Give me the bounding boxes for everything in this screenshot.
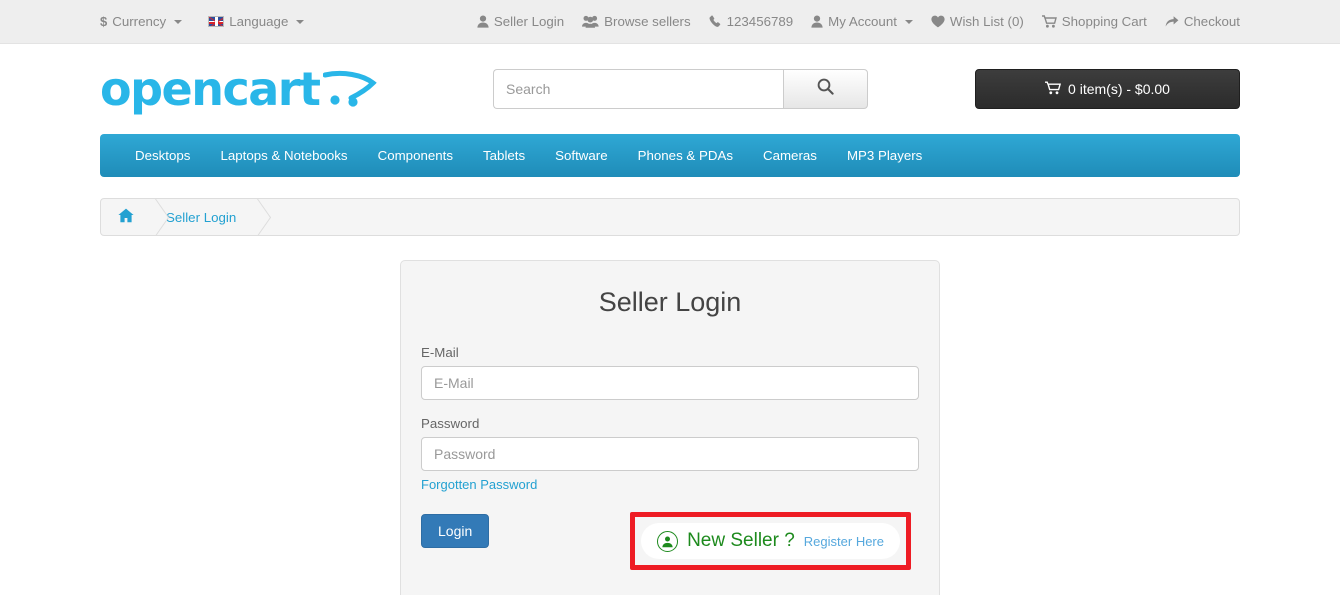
shopping-cart-swoosh-icon [322, 67, 378, 111]
uk-flag-icon [208, 16, 225, 28]
top-bar-left-group: $ Currency Language [100, 14, 305, 30]
forgotten-password-link[interactable]: Forgotten Password [421, 477, 537, 492]
breadcrumb-home[interactable] [118, 208, 142, 226]
breadcrumb-separator [244, 199, 258, 235]
wish-list-link[interactable]: Wish List (0) [931, 15, 1024, 30]
seller-login-link[interactable]: Seller Login [477, 15, 564, 30]
checkout-link[interactable]: Checkout [1165, 15, 1240, 30]
breadcrumb-wrap: Seller Login [100, 198, 1240, 236]
breadcrumb-item-seller-login[interactable]: Seller Login [166, 210, 244, 225]
checkout-label: Checkout [1183, 14, 1240, 30]
search-button[interactable] [783, 69, 868, 109]
search-bar [493, 69, 868, 109]
nav-item-laptops-notebooks[interactable]: Laptops & Notebooks [205, 134, 362, 177]
main-nav-wrap: Desktops Laptops & Notebooks Components … [100, 134, 1240, 177]
user-icon [477, 15, 489, 30]
email-field-group: E-Mail [421, 345, 919, 400]
seller-login-label: Seller Login [493, 14, 565, 30]
user-circle-icon [657, 530, 679, 552]
search-input[interactable] [493, 69, 783, 109]
cart-total-label: 0 item(s) - $0.00 [1068, 81, 1170, 97]
my-account-dropdown[interactable]: My Account [811, 15, 913, 30]
browse-sellers-link[interactable]: Browse sellers [582, 14, 691, 30]
chevron-down-icon [904, 20, 913, 24]
heart-icon [931, 15, 945, 30]
new-seller-highlight-box: New Seller ? Register Here [630, 512, 911, 570]
nav-item-software[interactable]: Software [540, 134, 622, 177]
new-seller-register-button[interactable]: New Seller ? Register Here [641, 523, 900, 559]
browse-sellers-label: Browse sellers [604, 14, 691, 30]
currency-label: Currency [112, 14, 167, 30]
email-label: E-Mail [421, 345, 459, 360]
cart-icon [1041, 14, 1057, 30]
currency-dropdown[interactable]: $ Currency [100, 14, 183, 30]
new-seller-text: New Seller ? [687, 530, 795, 551]
top-bar-right-group: Seller Login Browse sellers 123456789 My… [477, 14, 1240, 30]
nav-item-components[interactable]: Components [363, 134, 468, 177]
top-bar-inner: $ Currency Language Seller Login Browse … [100, 0, 1240, 44]
site-header: opencart 0 item(s) - $0.00 [100, 44, 1240, 134]
search-icon [817, 78, 834, 100]
chevron-down-icon [174, 19, 183, 24]
wish-list-label: Wish List (0) [949, 14, 1024, 30]
home-icon [118, 208, 134, 226]
nav-item-phones-pdas[interactable]: Phones & PDAs [623, 134, 748, 177]
phone-icon [709, 14, 722, 30]
logo-text: opencart [100, 62, 321, 116]
phone-label: 123456789 [726, 14, 794, 30]
login-button[interactable]: Login [421, 514, 490, 548]
shopping-cart-label: Shopping Cart [1061, 14, 1147, 30]
breadcrumb: Seller Login [100, 198, 1240, 236]
seller-login-panel: Seller Login E-Mail Password Forgotten P… [400, 260, 940, 595]
users-icon [582, 15, 599, 30]
password-field-group: Password Forgotten Password [421, 416, 919, 494]
language-label: Language [229, 14, 289, 30]
login-panel-area: Seller Login E-Mail Password Forgotten P… [100, 260, 1240, 595]
site-logo[interactable]: opencart [100, 66, 400, 112]
top-bar: $ Currency Language Seller Login Browse … [0, 0, 1340, 44]
page-title: Seller Login [598, 287, 742, 317]
language-dropdown[interactable]: Language [208, 14, 305, 30]
nav-item-cameras[interactable]: Cameras [748, 134, 832, 177]
breadcrumb-separator [142, 199, 156, 235]
cart-total-button[interactable]: 0 item(s) - $0.00 [975, 69, 1240, 109]
arrow-share-icon [1165, 15, 1179, 30]
shopping-cart-link[interactable]: Shopping Cart [1041, 14, 1147, 30]
nav-item-mp3-players[interactable]: MP3 Players [832, 134, 937, 177]
main-nav: Desktops Laptops & Notebooks Components … [100, 134, 1240, 177]
my-account-label: My Account [828, 14, 897, 30]
dollar-icon: $ [100, 14, 108, 30]
user-icon [811, 15, 823, 30]
login-actions: Login New Seller ? Register Here [421, 510, 919, 572]
email-field[interactable] [421, 366, 919, 400]
nav-item-desktops[interactable]: Desktops [120, 134, 205, 177]
nav-item-tablets[interactable]: Tablets [468, 134, 540, 177]
password-field[interactable] [421, 437, 919, 471]
chevron-down-icon [296, 19, 305, 24]
password-label: Password [421, 416, 480, 431]
phone-number[interactable]: 123456789 [709, 14, 794, 30]
register-here-link[interactable]: Register Here [804, 534, 884, 549]
cart-icon [1045, 81, 1062, 98]
